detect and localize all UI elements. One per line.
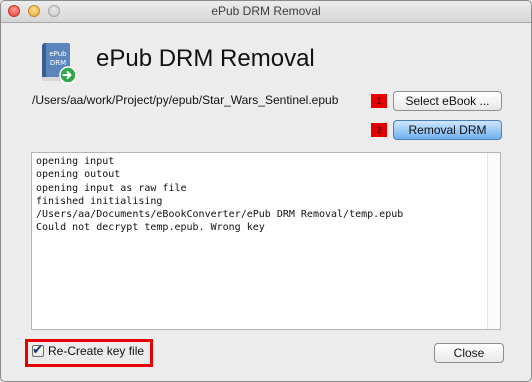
selected-file-path: /Users/aa/work/Project/py/epub/Star_Wars… [32, 93, 339, 107]
annotation-marker-2: 2 [371, 123, 387, 137]
title-bar[interactable]: ePub DRM Removal [1, 1, 531, 23]
close-button[interactable]: Close [434, 343, 504, 363]
app-heading: ePub DRM Removal [96, 45, 315, 72]
log-scrollbar[interactable] [487, 153, 500, 329]
log-line: /Users/aa/Documents/eBookConverter/ePub … [36, 209, 404, 221]
log-line: opening input [36, 156, 115, 167]
select-ebook-button[interactable]: Select eBook ... [393, 91, 502, 111]
checkmark-icon: ✔ [32, 341, 44, 357]
log-line: opening input as raw file [36, 182, 187, 194]
remove-drm-button[interactable]: Removal DRM [393, 120, 502, 140]
icon-text-epub: ePub [49, 50, 67, 58]
log-output[interactable]: opening input opening outout opening inp… [31, 152, 501, 330]
annotation-marker-1: 1 [371, 94, 387, 108]
log-line: finished initialising [36, 195, 163, 207]
recreate-key-option[interactable]: ✔ Re-Create key file [32, 341, 145, 358]
icon-text-drm: DRM [50, 59, 66, 67]
log-line: opening outout [36, 169, 121, 181]
recreate-key-checkbox[interactable]: ✔ [32, 341, 44, 357]
app-book-icon: ePub DRM [42, 43, 77, 84]
recreate-key-label: Re-Create key file [48, 344, 145, 358]
log-line: Could not decrypt temp.epub. Wrong key [36, 222, 265, 234]
window-title: ePub DRM Removal [211, 4, 321, 18]
app-window: ePub DRM Removal ePub DRM ePub DRM Remov… [0, 0, 532, 382]
